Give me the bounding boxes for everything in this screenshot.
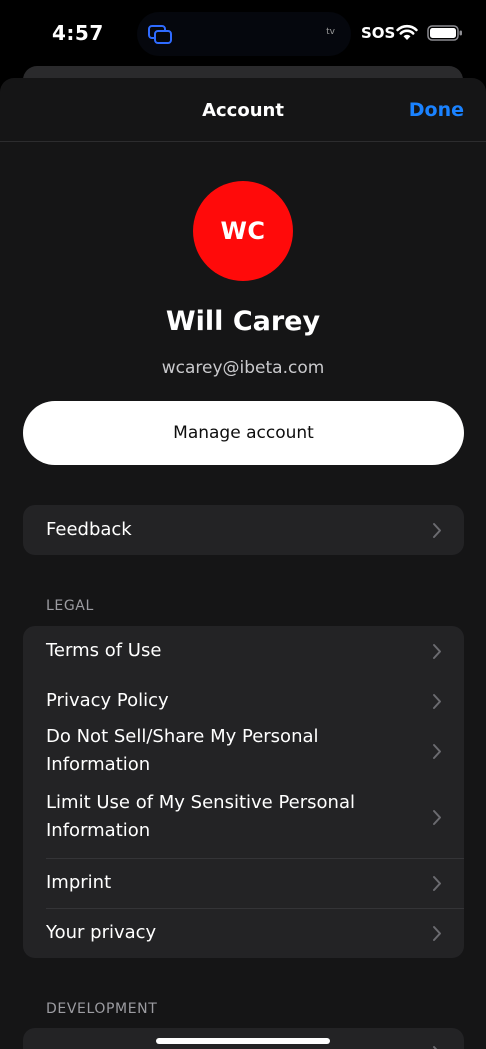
development-section-header: DEVELOPMENT	[46, 1001, 158, 1017]
chevron-right-icon	[433, 744, 441, 759]
stacked-windows-icon	[148, 25, 172, 44]
chevron-right-icon	[433, 876, 441, 891]
status-bar: 4:57 tv SOS	[0, 0, 486, 68]
battery-icon	[427, 25, 462, 41]
legal-group: Terms of Use Privacy Policy Do Not Sell/…	[23, 626, 464, 958]
sos-indicator: SOS	[361, 24, 396, 42]
wifi-icon	[396, 24, 418, 40]
chevron-right-icon	[433, 644, 441, 659]
legal-item-imprint[interactable]: Imprint	[23, 858, 464, 908]
chevron-right-icon	[433, 1046, 438, 1049]
chevron-right-icon	[433, 926, 441, 941]
legal-item-privacy-policy[interactable]: Privacy Policy	[23, 676, 464, 726]
done-button[interactable]: Done	[409, 99, 464, 121]
manage-account-button[interactable]: Manage account	[23, 401, 464, 465]
legal-item-label: Terms of Use	[46, 640, 162, 661]
legal-item-do-not-sell[interactable]: Do Not Sell/Share My Personal Informatio…	[23, 726, 464, 776]
user-email: wcarey@ibeta.com	[161, 358, 325, 378]
legal-item-label: Limit Use of My Sensitive Personal Infor…	[46, 792, 355, 841]
legal-item-limit-use[interactable]: Limit Use of My Sensitive Personal Infor…	[23, 776, 464, 858]
chevron-right-icon	[433, 523, 441, 538]
feedback-row[interactable]: Feedback	[23, 505, 464, 555]
legal-item-label: Do Not Sell/Share My Personal Informatio…	[46, 726, 319, 775]
legal-item-label: Imprint	[46, 872, 112, 893]
legal-item-your-privacy[interactable]: Your privacy	[23, 908, 464, 958]
legal-section-header: LEGAL	[46, 598, 94, 614]
status-time: 4:57	[52, 21, 104, 45]
chevron-right-icon	[433, 810, 441, 825]
legal-item-label: Your privacy	[46, 922, 157, 943]
feedback-label: Feedback	[46, 519, 132, 540]
nav-bar: Account Done	[0, 78, 486, 142]
account-sheet: Account Done WC Will Carey wcarey@ibeta.…	[0, 78, 486, 1049]
dynamic-island[interactable]: tv	[137, 12, 351, 56]
home-indicator[interactable]	[156, 1038, 330, 1044]
island-tv-label: tv	[326, 27, 335, 37]
avatar-initials: WC	[220, 217, 266, 245]
user-name: Will Carey	[165, 306, 321, 337]
feedback-group: Feedback	[23, 505, 464, 555]
chevron-right-icon	[433, 694, 441, 709]
legal-item-terms-of-use[interactable]: Terms of Use	[23, 626, 464, 676]
legal-item-label: Privacy Policy	[46, 690, 169, 711]
avatar: WC	[193, 181, 293, 281]
